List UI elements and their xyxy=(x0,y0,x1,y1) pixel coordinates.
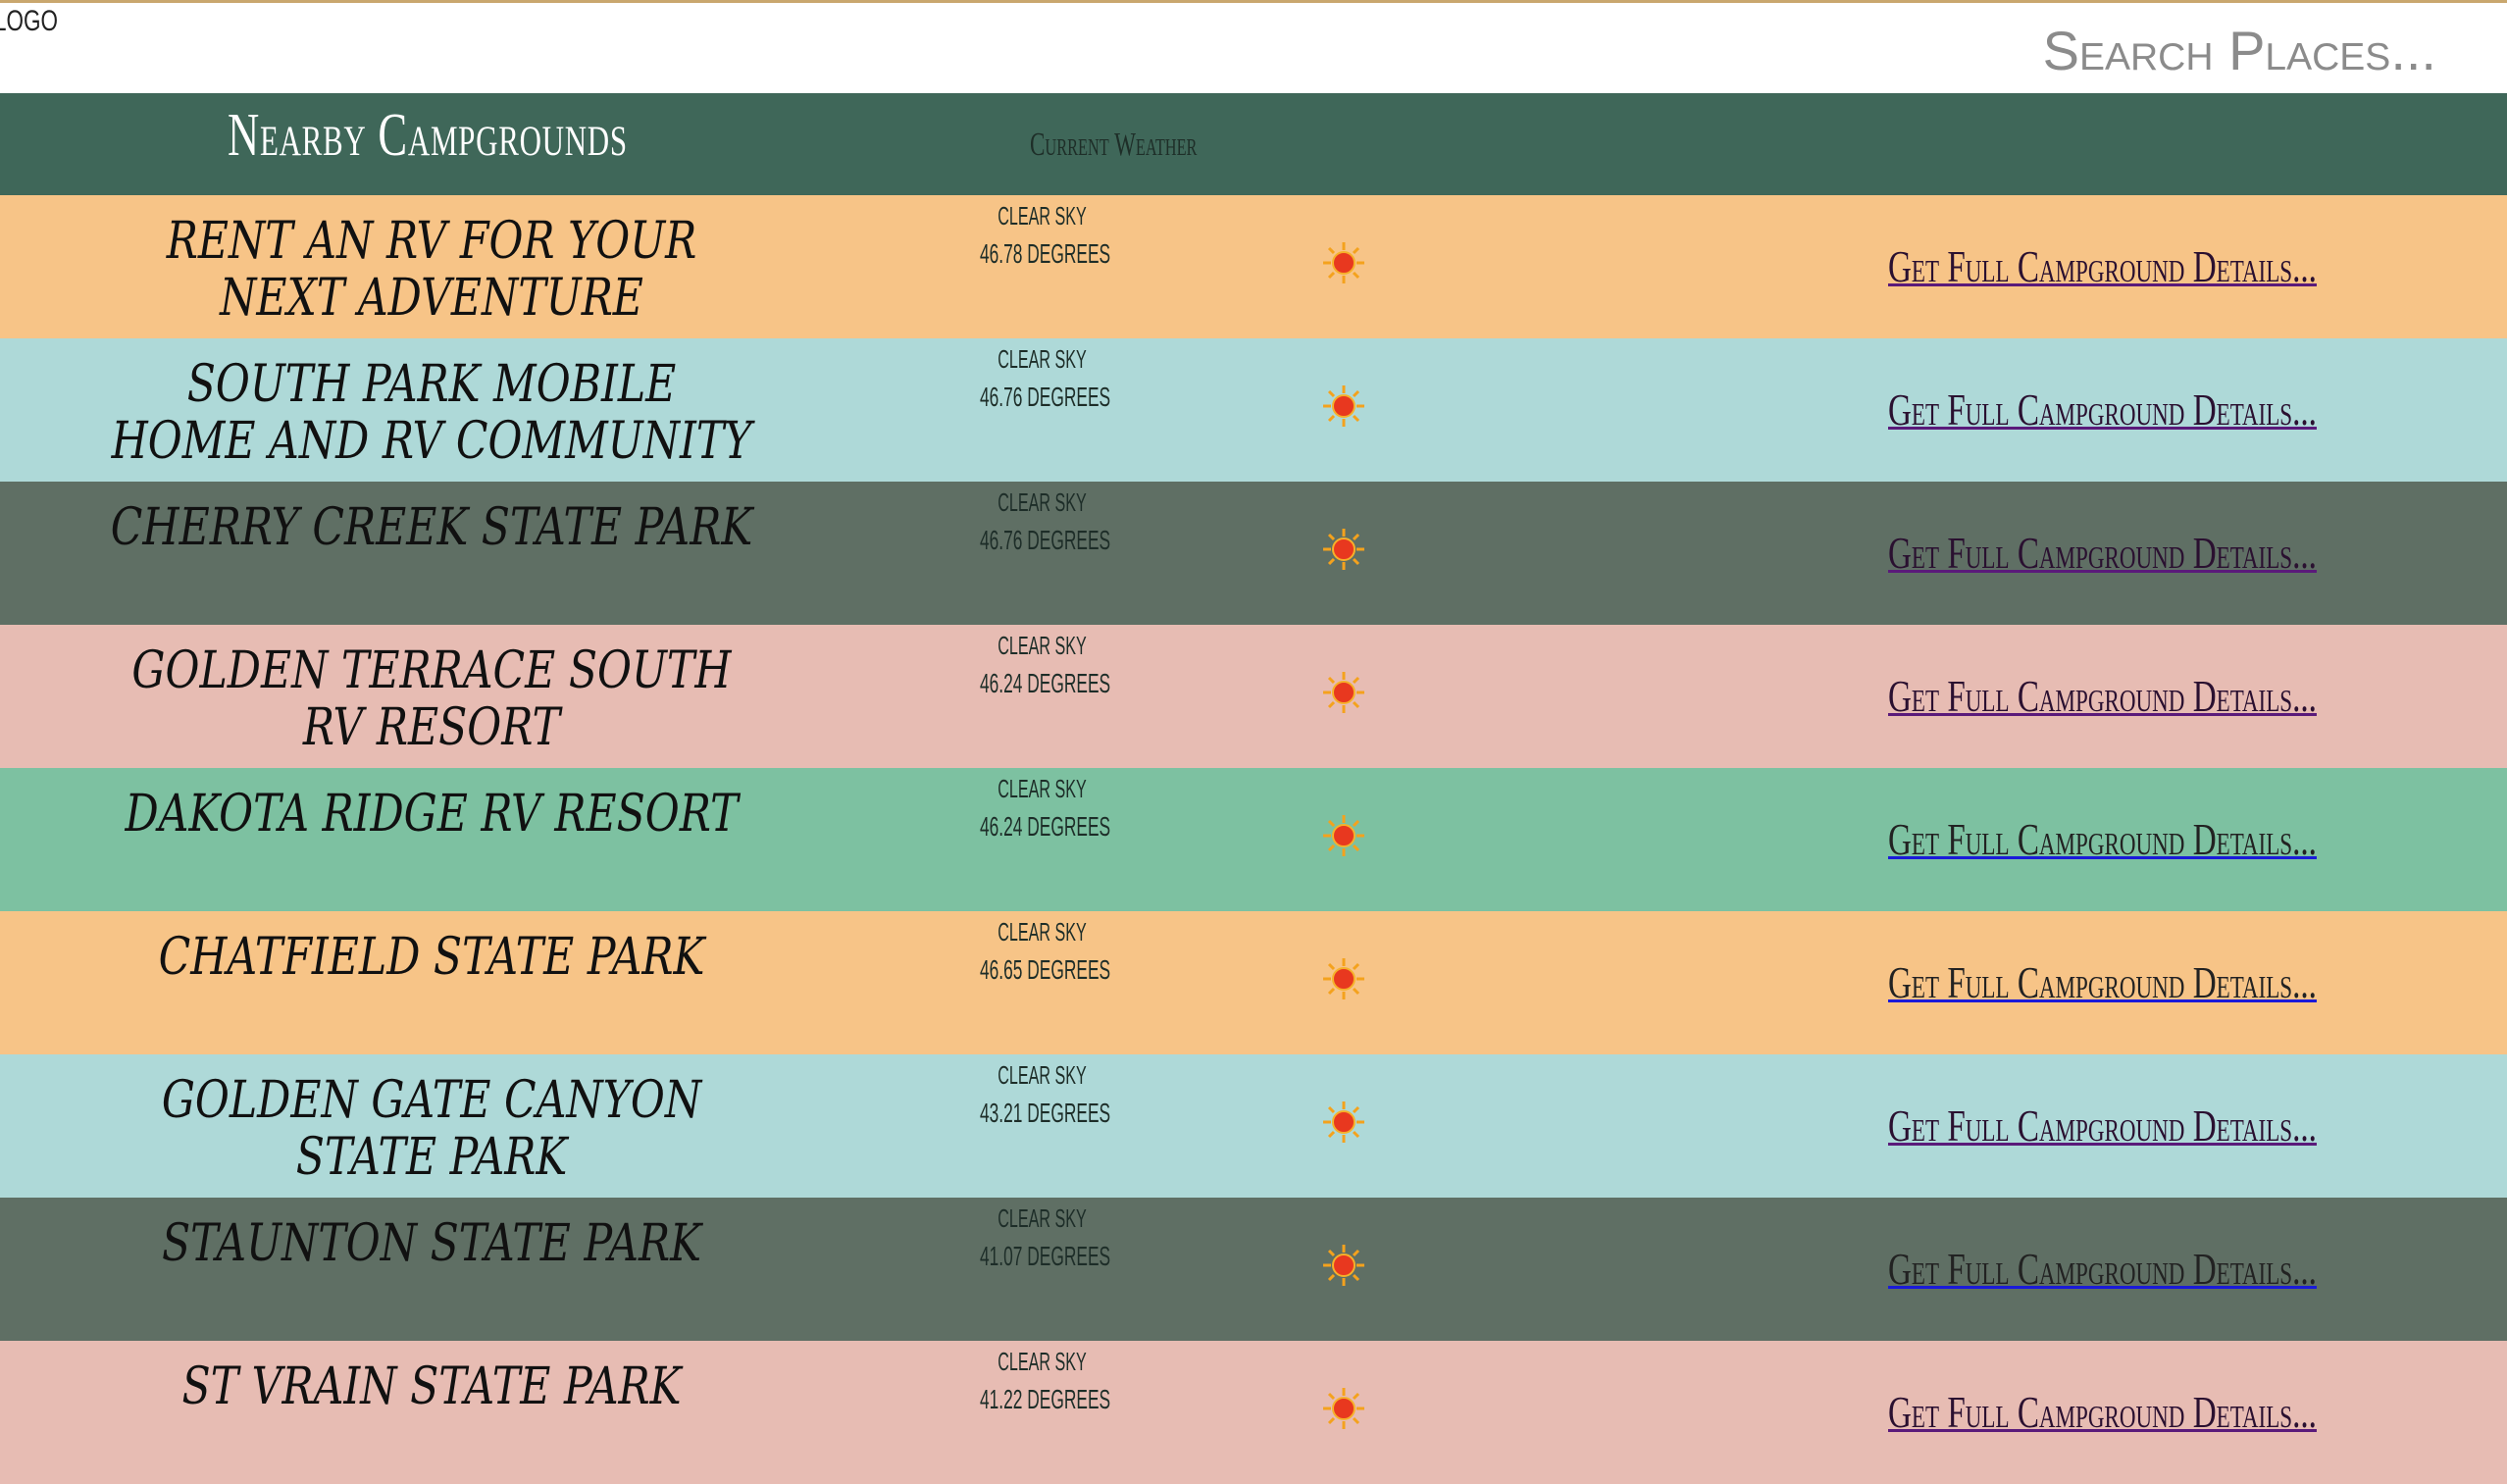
campground-name: Rent an RV for your next adventure xyxy=(166,212,697,328)
search-input[interactable] xyxy=(2024,11,2436,89)
table-row: Golden Terrace South RV Resort clear sky… xyxy=(0,625,2507,768)
campground-list: Rent an RV for your next adventure clear… xyxy=(0,195,2507,1484)
sun-icon xyxy=(1323,242,1364,283)
temperature: 41.22 degrees xyxy=(979,1384,1111,1414)
campground-details-link[interactable]: Get Full Campground Details... xyxy=(1888,240,2317,292)
table-row: South Park Mobile Home and RV Community … xyxy=(0,338,2507,482)
campground-name: Chatfield State Park xyxy=(158,928,705,987)
list-header: Nearby Campgrounds Current Weather xyxy=(0,93,2507,195)
temperature: 46.24 degrees xyxy=(979,668,1111,698)
campground-details-link[interactable]: Get Full Campground Details... xyxy=(1888,670,2317,722)
logo[interactable]: LOGO xyxy=(0,5,58,38)
weather-condition: clear sky xyxy=(998,631,1087,660)
campground-name: Dakota Ridge RV Resort xyxy=(125,785,739,844)
sun-icon xyxy=(1323,529,1364,570)
table-row: Rent an RV for your next adventure clear… xyxy=(0,195,2507,338)
table-row: Cherry Creek State Park clear sky 46.76 … xyxy=(0,482,2507,625)
campground-details-link[interactable]: Get Full Campground Details... xyxy=(1888,813,2317,865)
weather-condition: clear sky xyxy=(998,917,1087,947)
campground-name: Golden Terrace South RV Resort xyxy=(131,641,732,757)
page-title: Nearby Campgrounds xyxy=(228,102,628,169)
weather-condition: clear sky xyxy=(998,1060,1087,1090)
sun-icon xyxy=(1323,815,1364,856)
sun-icon xyxy=(1323,672,1364,713)
temperature: 43.21 degrees xyxy=(979,1098,1111,1128)
temperature: 46.65 degrees xyxy=(979,954,1111,985)
weather-condition: clear sky xyxy=(998,201,1087,230)
table-row: St Vrain State Park clear sky 41.22 degr… xyxy=(0,1341,2507,1484)
campground-details-link[interactable]: Get Full Campground Details... xyxy=(1888,1243,2317,1295)
sun-icon xyxy=(1323,1245,1364,1286)
campground-name: St Vrain State Park xyxy=(181,1357,682,1416)
table-row: Golden Gate Canyon State Park clear sky … xyxy=(0,1054,2507,1198)
temperature: 41.07 degrees xyxy=(979,1241,1111,1271)
campground-details-link[interactable]: Get Full Campground Details... xyxy=(1888,1386,2317,1438)
top-bar: LOGO xyxy=(0,0,2507,93)
sun-icon xyxy=(1323,1101,1364,1143)
temperature: 46.78 degrees xyxy=(979,238,1111,269)
weather-column-label: Current Weather xyxy=(1030,127,1198,163)
temperature: 46.24 degrees xyxy=(979,811,1111,842)
weather-condition: clear sky xyxy=(998,1203,1087,1233)
weather-condition: clear sky xyxy=(998,1347,1087,1376)
table-row: Staunton State Park clear sky 41.07 degr… xyxy=(0,1198,2507,1341)
campground-details-link[interactable]: Get Full Campground Details... xyxy=(1888,527,2317,579)
campground-details-link[interactable]: Get Full Campground Details... xyxy=(1888,1100,2317,1151)
weather-condition: clear sky xyxy=(998,774,1087,803)
temperature: 46.76 degrees xyxy=(979,525,1111,555)
sun-icon xyxy=(1323,1388,1364,1429)
table-row: Dakota Ridge RV Resort clear sky 46.24 d… xyxy=(0,768,2507,911)
campground-name: Golden Gate Canyon State Park xyxy=(161,1071,702,1187)
campground-details-link[interactable]: Get Full Campground Details... xyxy=(1888,956,2317,1008)
temperature: 46.76 degrees xyxy=(979,382,1111,412)
weather-condition: clear sky xyxy=(998,344,1087,374)
table-row: Chatfield State Park clear sky 46.65 deg… xyxy=(0,911,2507,1054)
campground-name: Staunton State Park xyxy=(161,1214,702,1273)
sun-icon xyxy=(1323,385,1364,427)
campground-name: South Park Mobile Home and RV Community xyxy=(111,355,752,471)
weather-condition: clear sky xyxy=(998,487,1087,517)
campground-name: Cherry Creek State Park xyxy=(110,498,753,557)
sun-icon xyxy=(1323,958,1364,999)
campground-details-link[interactable]: Get Full Campground Details... xyxy=(1888,384,2317,435)
